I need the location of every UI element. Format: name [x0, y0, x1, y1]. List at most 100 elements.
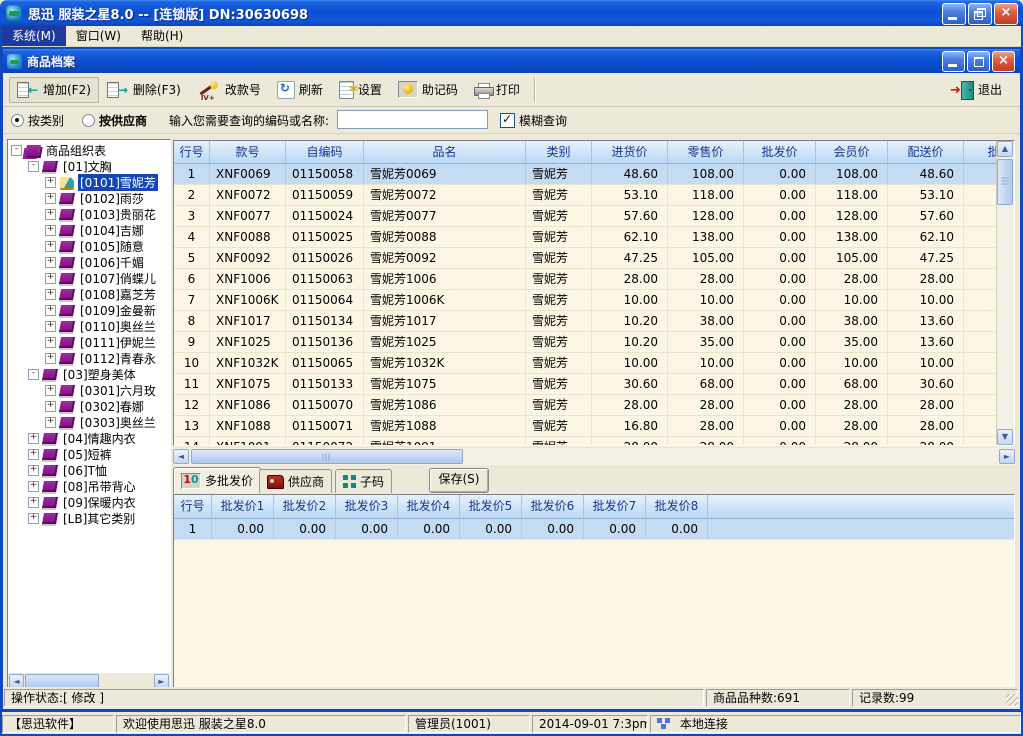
column-header[interactable]: 零售价 [668, 141, 744, 163]
scroll-right-icon[interactable]: ► [154, 674, 169, 688]
tree-item[interactable]: +[0110]奥丝兰 [8, 318, 170, 334]
menu-help[interactable]: 帮助(H) [131, 26, 193, 46]
column-header[interactable]: 行号 [174, 141, 210, 163]
refresh-button[interactable]: 刷新 [269, 77, 331, 103]
tree-item[interactable]: +[LB]其它类别 [8, 510, 170, 526]
expand-icon[interactable]: + [28, 497, 39, 508]
tab-subcode[interactable]: 子码 [335, 469, 392, 493]
menu-system[interactable]: 系统(M) [2, 26, 66, 46]
scroll-up-icon[interactable]: ▲ [997, 141, 1013, 157]
tree-item[interactable]: +[0302]春娜 [8, 398, 170, 414]
scroll-left-icon[interactable]: ◄ [9, 674, 24, 688]
expand-icon[interactable]: + [28, 449, 39, 460]
tree-item[interactable]: +[0104]吉娜 [8, 222, 170, 238]
table-row[interactable]: 6XNF100601150063雪妮芳1006雪妮芳28.0028.000.00… [174, 269, 997, 290]
tree-item[interactable]: +[0303]奥丝兰 [8, 414, 170, 430]
expand-icon[interactable]: + [45, 193, 56, 204]
column-header[interactable]: 批发价2 [274, 495, 336, 517]
table-row[interactable]: 1XNF006901150058雪妮芳0069雪妮芳48.60108.000.0… [174, 164, 997, 185]
tree-item[interactable]: -[01]文胸 [8, 158, 170, 174]
doc-titlebar[interactable]: 商品档案 × [3, 49, 1020, 73]
grid-scroll-thumb[interactable] [997, 159, 1013, 205]
expand-icon[interactable]: + [45, 257, 56, 268]
tree-item[interactable]: +[0103]贵丽花 [8, 206, 170, 222]
by-supplier-radio[interactable]: 按供应商 [82, 112, 147, 129]
column-header[interactable]: 会员价 [816, 141, 888, 163]
column-header[interactable]: 批发价 [744, 141, 816, 163]
collapse-icon[interactable]: - [11, 145, 22, 156]
tree-item[interactable]: +[0301]六月玫 [8, 382, 170, 398]
tree-item[interactable]: +[08]吊带背心 [8, 478, 170, 494]
expand-icon[interactable]: + [45, 305, 56, 316]
by-category-radio[interactable]: 按类别 [11, 112, 64, 129]
table-row[interactable]: 3XNF007701150024雪妮芳0077雪妮芳57.60128.000.0… [174, 206, 997, 227]
table-row[interactable]: 9XNF102501150136雪妮芳1025雪妮芳10.2035.000.00… [174, 332, 997, 353]
column-header[interactable]: 行号 [174, 495, 212, 517]
delete-button[interactable]: → 删除(F3) [99, 77, 189, 103]
table-row[interactable]: 8XNF101701150134雪妮芳1017雪妮芳10.2038.000.00… [174, 311, 997, 332]
tree-item[interactable]: +[06]T恤 [8, 462, 170, 478]
expand-icon[interactable]: + [45, 417, 56, 428]
tree-item[interactable]: +[0109]金曼新 [8, 302, 170, 318]
expand-icon[interactable]: + [45, 225, 56, 236]
doc-close-button[interactable]: × [992, 51, 1015, 72]
add-button[interactable]: ← 增加(F2) [9, 77, 99, 103]
table-row[interactable]: 7XNF1006K01150064雪妮芳1006K雪妮芳10.0010.000.… [174, 290, 997, 311]
tab-multi-wholesale[interactable]: 10 多批发价 [173, 467, 261, 493]
tree-item[interactable]: +[0111]伊妮兰 [8, 334, 170, 350]
column-header[interactable]: 批发价7 [584, 495, 646, 517]
table-row[interactable]: 2XNF007201150059雪妮芳0072雪妮芳53.10118.000.0… [174, 185, 997, 206]
restore-button[interactable] [968, 3, 992, 25]
table-row[interactable]: 10XNF1032K01150065雪妮芳1032K雪妮芳10.0010.000… [174, 353, 997, 374]
doc-maximize-button[interactable] [967, 51, 990, 72]
minimize-button[interactable] [942, 3, 966, 25]
main-titlebar[interactable]: 思迅 服装之星8.0 -- [连锁版] DN:30630698 × [0, 0, 1023, 26]
column-header[interactable]: 批发价3 [336, 495, 398, 517]
expand-icon[interactable]: + [28, 465, 39, 476]
expand-icon[interactable]: + [28, 481, 39, 492]
close-button[interactable]: × [994, 3, 1018, 25]
column-header[interactable]: 批发价8 [646, 495, 708, 517]
mnemonic-button[interactable]: 助记码 [390, 77, 466, 103]
tree-item[interactable]: -[03]塑身美体 [8, 366, 170, 382]
table-row[interactable]: 4XNF008801150025雪妮芳0088雪妮芳62.10138.000.0… [174, 227, 997, 248]
scroll-right-icon[interactable]: ► [999, 449, 1015, 464]
settings-button[interactable]: 设置 [331, 77, 390, 103]
column-header[interactable]: 款号 [210, 141, 286, 163]
tree-item[interactable]: +[0106]千媚 [8, 254, 170, 270]
column-header[interactable]: 配送价 [888, 141, 964, 163]
expand-icon[interactable]: + [45, 337, 56, 348]
exit-button[interactable]: ➜ 退出 [944, 77, 1010, 103]
tree-item[interactable]: -商品组织表 [8, 142, 170, 158]
collapse-icon[interactable]: - [28, 369, 39, 380]
column-header[interactable]: 批发价5 [460, 495, 522, 517]
tab-supplier[interactable]: 供应商 [259, 469, 332, 493]
expand-icon[interactable]: + [45, 209, 56, 220]
menu-window[interactable]: 窗口(W) [66, 26, 131, 46]
grid-vertical-scrollbar[interactable]: ▲ ▼ [996, 141, 1014, 445]
column-header[interactable]: 批 [964, 141, 997, 163]
tree-item[interactable]: +[0101]雪妮芳 [8, 174, 170, 190]
tree-item[interactable]: +[0112]青春永 [8, 350, 170, 366]
rename-style-button[interactable]: IV+ 改款号 [189, 77, 269, 103]
column-header[interactable]: 类别 [526, 141, 592, 163]
expand-icon[interactable]: + [28, 433, 39, 444]
expand-icon[interactable]: + [28, 513, 39, 524]
print-button[interactable]: 打印 [466, 77, 528, 103]
column-header[interactable]: 进货价 [592, 141, 668, 163]
tree-item[interactable]: +[0107]俏蝶儿 [8, 270, 170, 286]
scroll-left-icon[interactable]: ◄ [173, 449, 189, 464]
column-header[interactable]: 批发价6 [522, 495, 584, 517]
expand-icon[interactable]: + [45, 241, 56, 252]
column-header[interactable]: 批发价4 [398, 495, 460, 517]
resize-grip[interactable] [1006, 694, 1018, 706]
tree-item[interactable]: +[05]短裤 [8, 446, 170, 462]
tree-scroll-thumb[interactable] [25, 674, 99, 688]
expand-icon[interactable]: + [45, 401, 56, 412]
expand-icon[interactable]: + [45, 321, 56, 332]
table-row[interactable]: 10.000.000.000.000.000.000.000.00 [174, 519, 1014, 540]
table-row[interactable]: 11XNF107501150133雪妮芳1075雪妮芳30.6068.000.0… [174, 374, 997, 395]
doc-minimize-button[interactable] [942, 51, 965, 72]
grid-horizontal-scrollbar[interactable]: ◄ ► [173, 448, 1015, 465]
column-header[interactable]: 品名 [364, 141, 526, 163]
